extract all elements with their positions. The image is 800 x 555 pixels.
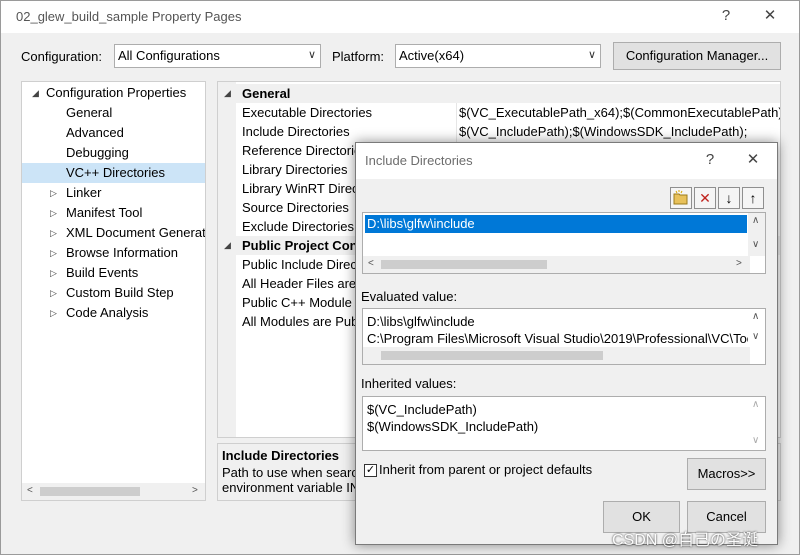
scroll-thumb[interactable]: [40, 487, 140, 496]
tree-item-label: Build Events: [66, 265, 139, 280]
tree-item[interactable]: ▷ Linker: [22, 183, 205, 203]
tree-item[interactable]: ▷ Build Events: [22, 263, 205, 283]
evaluated-line-2: C:\Program Files\Microsoft Visual Studio…: [367, 331, 764, 346]
list-item-text: D:\libs\glfw\include: [367, 216, 475, 231]
inherited-values-label: Inherited values:: [361, 376, 457, 391]
tree-item-label: Advanced: [66, 125, 124, 140]
tree-item-label: Linker: [66, 185, 102, 200]
dialog-title-bar: Include Directories ? ✕: [356, 143, 777, 179]
tree-item-label: VC++ Directories: [66, 165, 165, 180]
scroll-left-icon[interactable]: <: [27, 485, 33, 496]
tree-item[interactable]: ▷ Custom Build Step: [22, 283, 205, 303]
property-value[interactable]: $(VC_ExecutablePath_x64);$(CommonExecuta…: [456, 103, 780, 122]
tree-item-label: Debugging: [66, 145, 129, 160]
tree-item[interactable]: Advanced: [22, 123, 205, 143]
list-horizontal-scrollbar[interactable]: < >: [363, 256, 750, 273]
list-item-selected[interactable]: D:\libs\glfw\include: [365, 215, 747, 233]
configuration-manager-button[interactable]: Configuration Manager...: [613, 42, 781, 70]
help-icon[interactable]: ?: [714, 5, 738, 27]
tree-item-label: Custom Build Step: [66, 285, 174, 300]
expand-arrow-icon[interactable]: ▷: [50, 223, 57, 243]
expand-arrow-icon[interactable]: ▷: [50, 303, 57, 323]
platform-dropdown[interactable]: Active(x64) ∨: [395, 44, 601, 68]
close-icon[interactable]: ✕: [758, 5, 782, 27]
chevron-down-icon: ∨: [587, 49, 596, 61]
scroll-left-icon[interactable]: <: [368, 258, 374, 269]
directory-list[interactable]: D:\libs\glfw\include ∧ ∨ < >: [362, 212, 766, 274]
title-bar: 02_glew_build_sample Property Pages ? ✕: [1, 1, 799, 33]
tree-root-configuration-properties[interactable]: ◢ Configuration Properties: [22, 83, 205, 103]
evaluated-line-1: D:\libs\glfw\include: [367, 314, 475, 329]
tree-item[interactable]: ▷ Code Analysis: [22, 303, 205, 323]
platform-label: Platform:: [332, 49, 385, 64]
platform-value: Active(x64): [399, 48, 465, 63]
expand-arrow-icon[interactable]: ▷: [50, 243, 57, 263]
tree-item[interactable]: Debugging: [22, 143, 205, 163]
tree-item-label: Code Analysis: [66, 305, 149, 320]
collapse-arrow-icon[interactable]: ◢: [224, 236, 231, 255]
scroll-thumb[interactable]: [381, 260, 547, 269]
tree-item-label: Browse Information: [66, 245, 178, 260]
scroll-down-icon[interactable]: ∨: [752, 331, 759, 342]
expand-arrow-icon[interactable]: ▷: [50, 263, 57, 283]
configuration-dropdown[interactable]: All Configurations ∨: [114, 44, 321, 68]
configuration-value: All Configurations: [118, 48, 220, 63]
window-title: 02_glew_build_sample Property Pages: [16, 9, 242, 24]
property-name: Include Directories: [242, 124, 350, 139]
inherit-checkbox-label[interactable]: Inherit from parent or project defaults: [379, 462, 592, 477]
inherited-line-2: $(WindowsSDK_IncludePath): [367, 419, 539, 434]
tree-item[interactable]: VC++ Directories: [22, 163, 205, 183]
tree-item[interactable]: ▷ Manifest Tool: [22, 203, 205, 223]
help-icon[interactable]: ?: [698, 149, 722, 171]
property-name: Executable Directories: [242, 105, 373, 120]
scroll-up-icon[interactable]: ∧: [752, 215, 759, 226]
tree-item[interactable]: ▷ Browse Information: [22, 243, 205, 263]
grid-category[interactable]: ◢ General: [218, 84, 780, 103]
scroll-right-icon[interactable]: >: [736, 258, 742, 269]
collapse-arrow-icon[interactable]: ◢: [224, 84, 231, 103]
move-down-icon[interactable]: ↓: [718, 187, 740, 209]
move-up-icon[interactable]: ↑: [742, 187, 764, 209]
evaluated-horizontal-scrollbar[interactable]: [363, 347, 750, 364]
collapse-arrow-icon[interactable]: ◢: [32, 83, 39, 103]
macros-button[interactable]: Macros>>: [687, 458, 766, 490]
grid-property-row[interactable]: Executable Directories $(VC_ExecutablePat…: [218, 103, 780, 122]
tree-item[interactable]: General: [22, 103, 205, 123]
inherited-values-box: $(VC_IncludePath) $(WindowsSDK_IncludePa…: [362, 396, 766, 451]
configuration-label: Configuration:: [21, 49, 102, 64]
inherited-line-1: $(VC_IncludePath): [367, 402, 477, 417]
expand-arrow-icon[interactable]: ▷: [50, 203, 57, 223]
chevron-down-icon: ∨: [307, 49, 316, 61]
scroll-up-icon[interactable]: ∧: [752, 311, 759, 322]
tree-item-label: Manifest Tool: [66, 205, 143, 220]
property-tree: ◢ Configuration Properties General Advanc…: [21, 81, 206, 501]
evaluated-value-label: Evaluated value:: [361, 289, 458, 304]
property-value[interactable]: $(VC_IncludePath);$(WindowsSDK_IncludePa…: [456, 122, 747, 141]
dialog-title: Include Directories: [365, 153, 473, 168]
inherited-vertical-scrollbar[interactable]: ∧ ∨: [748, 397, 765, 450]
expand-arrow-icon[interactable]: ▷: [50, 283, 57, 303]
scroll-right-icon[interactable]: >: [192, 485, 198, 496]
tree-item-label: General: [66, 105, 113, 120]
scroll-up-icon[interactable]: ∧: [752, 399, 759, 410]
list-vertical-scrollbar[interactable]: ∧ ∨: [748, 213, 765, 256]
watermark: CSDN @自己の圣诞: [612, 532, 759, 549]
grid-category-label: General: [242, 86, 291, 101]
close-icon[interactable]: ✕: [741, 149, 765, 171]
scroll-down-icon[interactable]: ∨: [752, 435, 759, 446]
tree-item[interactable]: ▷ XML Document Generat: [22, 223, 205, 243]
delete-icon[interactable]: ✕: [694, 187, 716, 209]
inherit-checkbox[interactable]: ✓: [364, 464, 377, 477]
include-directories-dialog: Include Directories ? ✕ ✕ ↓ ↑ D:\libs\gl…: [355, 142, 778, 545]
evaluated-vertical-scrollbar[interactable]: ∧ ∨: [748, 309, 765, 349]
evaluated-value-box: D:\libs\glfw\include C:\Program Files\Mi…: [362, 308, 766, 365]
new-line-icon[interactable]: [670, 187, 692, 209]
tree-item-label: XML Document Generat: [66, 225, 206, 240]
scroll-down-icon[interactable]: ∨: [752, 239, 759, 250]
tree-horizontal-scrollbar[interactable]: < >: [22, 483, 205, 500]
expand-arrow-icon[interactable]: ▷: [50, 183, 57, 203]
scroll-thumb[interactable]: [381, 351, 603, 360]
grid-property-row[interactable]: Include Directories $(VC_IncludePath);$(W…: [218, 122, 780, 141]
